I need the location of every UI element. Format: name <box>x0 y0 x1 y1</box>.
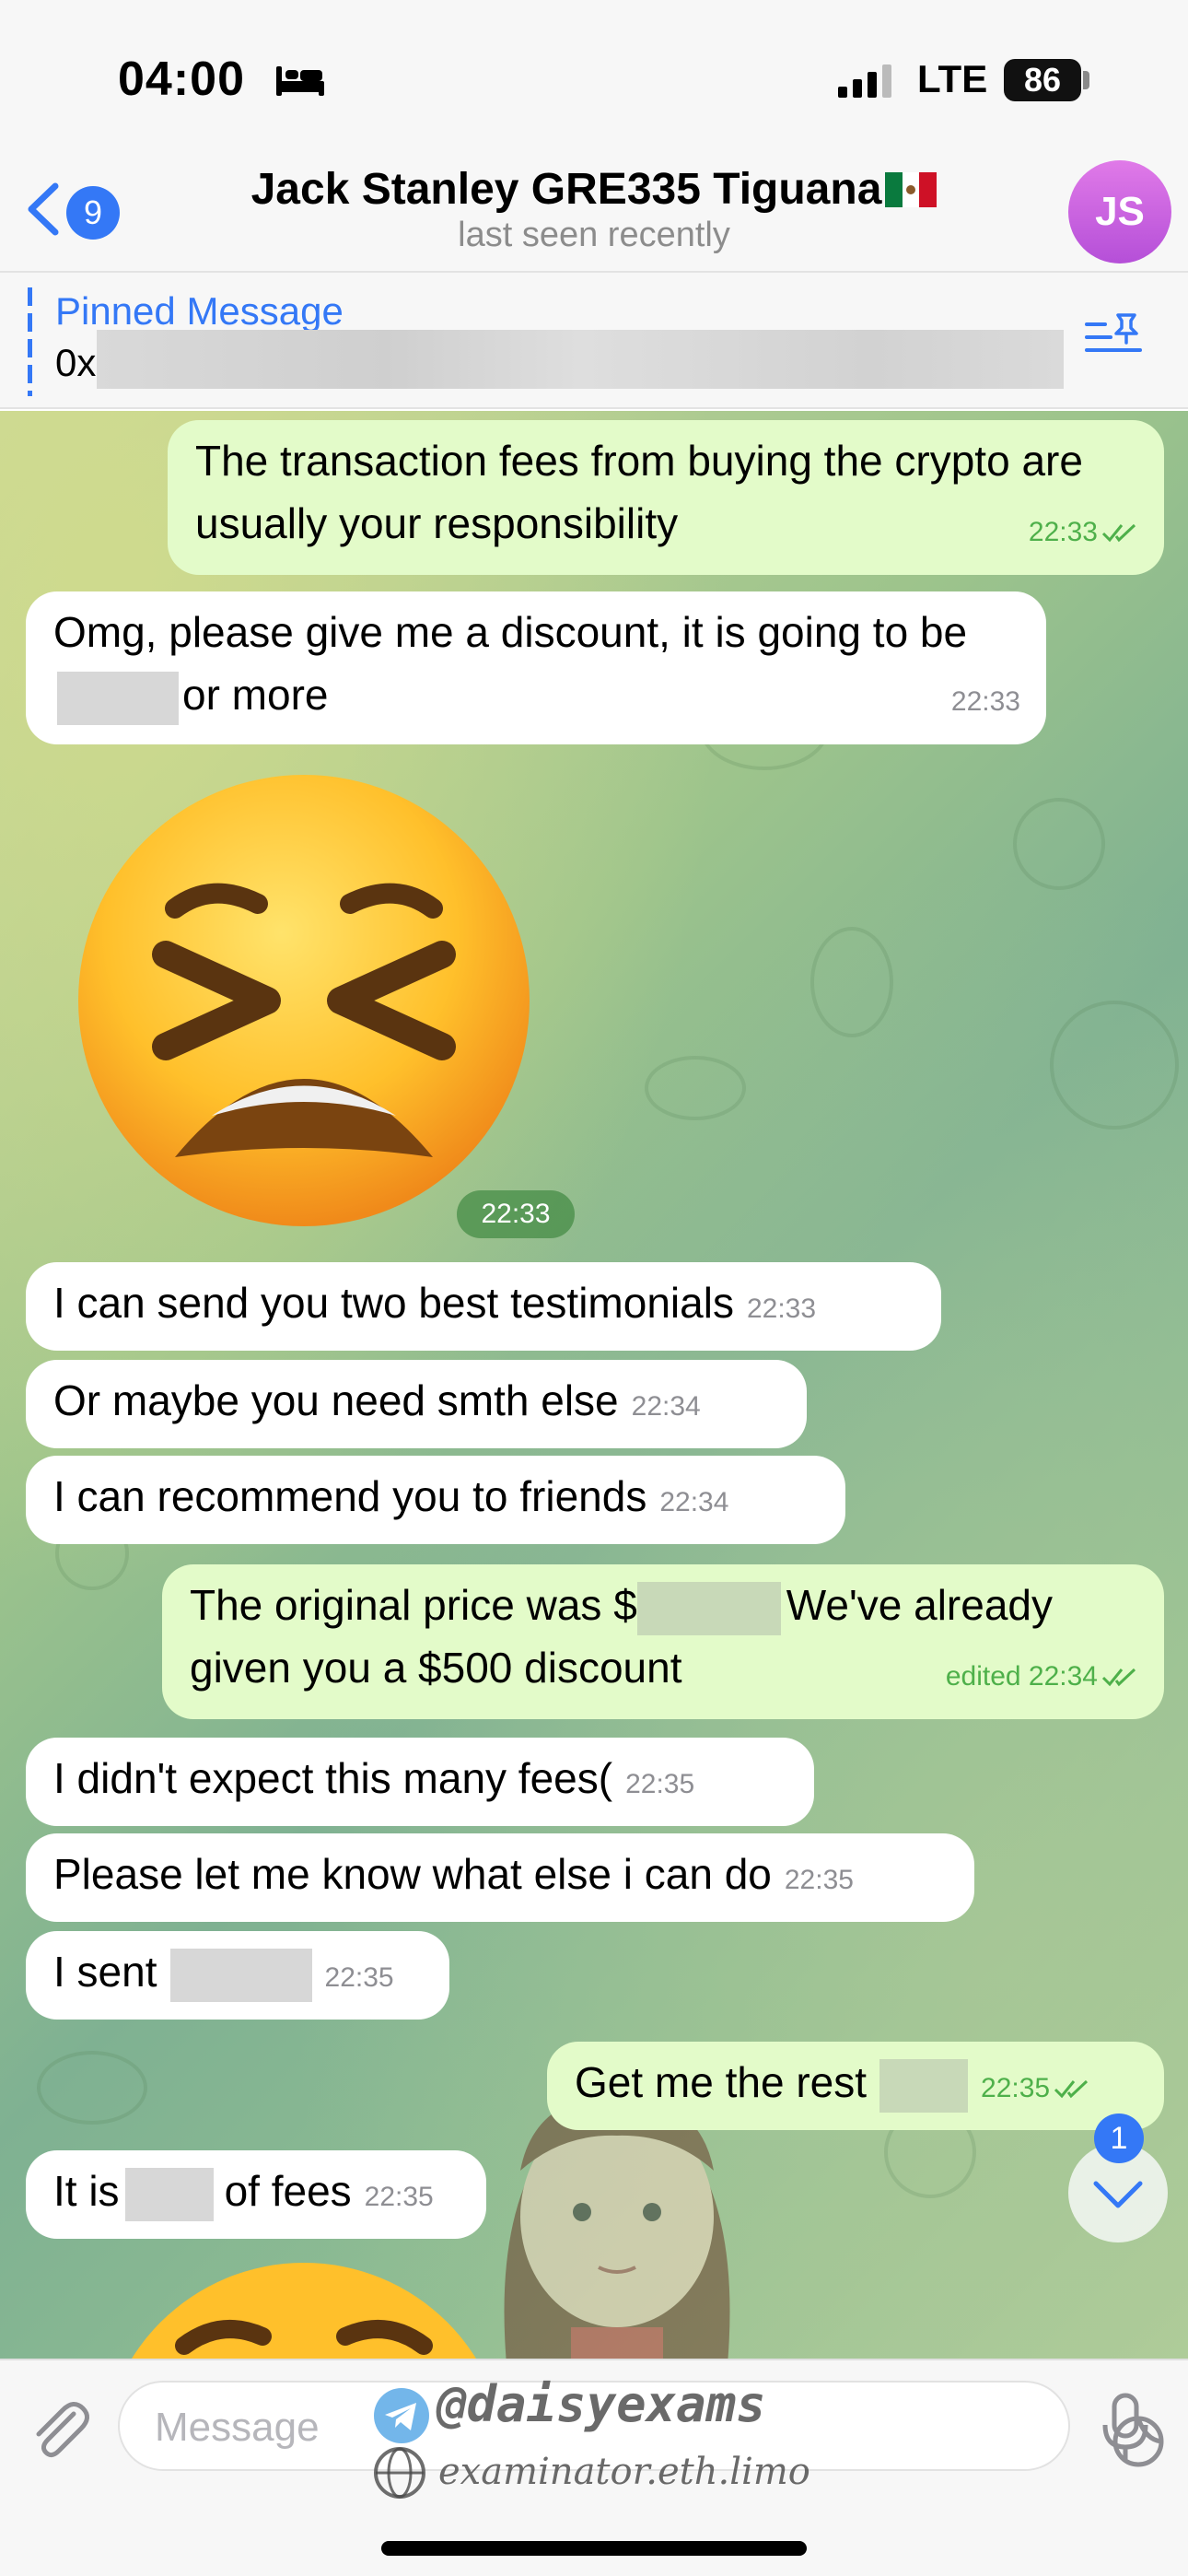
message-text: I can recommend you to friends <box>53 1472 647 1520</box>
pinned-label: Pinned Message <box>55 289 344 333</box>
message-time: 22:35 <box>625 1769 695 1799</box>
message-outgoing[interactable]: The original price was $ We've already gi… <box>162 1564 1164 1719</box>
message-text: of fees <box>224 2167 352 2215</box>
message-text: I didn't expect this many fees( <box>53 1754 613 1802</box>
message-incoming[interactable]: Please let me know what else i can do 22:… <box>26 1833 974 1922</box>
pinned-list-icon[interactable] <box>1085 310 1144 363</box>
chat-title-text: Jack Stanley GRE335 Tiguana <box>250 165 882 214</box>
message-meta: 22:35 <box>981 2073 1090 2103</box>
status-bar: 04:00 LTE 86 <box>0 0 1188 157</box>
redacted-amount <box>169 1948 312 2002</box>
last-seen-status: last seen recently <box>458 216 730 254</box>
edited-label: edited <box>945 1661 1021 1692</box>
message-text: Omg, please give me a discount, it is go… <box>53 608 968 656</box>
message-incoming[interactable]: I can recommend you to friends 22:34 <box>26 1456 845 1544</box>
back-button[interactable]: 9 <box>18 177 120 241</box>
redacted-block <box>97 330 1064 389</box>
message-text: I can send you two best testimonials <box>53 1279 734 1327</box>
microphone-icon[interactable] <box>1098 2392 1153 2465</box>
wallpaper-doodle <box>37 2051 147 2125</box>
message-time: 22:35 <box>784 1865 854 1895</box>
message-text: I sent <box>53 1948 157 1996</box>
redacted-amount <box>124 2167 214 2221</box>
wallpaper-doodle <box>1050 1001 1179 1130</box>
message-incoming[interactable]: Or maybe you need smth else 22:34 <box>26 1360 807 1448</box>
message-time: 22:35 <box>981 2073 1051 2103</box>
redacted-amount <box>879 2058 969 2113</box>
message-incoming[interactable]: I can send you two best testimonials 22:3… <box>26 1262 941 1351</box>
chat-title[interactable]: Jack Stanley GRE335 Tiguana <box>138 164 1050 215</box>
chevron-left-icon <box>28 182 59 236</box>
message-list[interactable]: The transaction fees from buying the cry… <box>0 411 1188 2359</box>
wallpaper-doodle <box>645 1056 746 1120</box>
message-text: or more <box>182 671 329 719</box>
redacted-amount <box>57 671 179 725</box>
avatar[interactable]: JS <box>1068 160 1171 263</box>
message-time: 22:33 <box>746 1294 817 1324</box>
battery-indicator: 86 <box>1004 59 1081 101</box>
watermark-handle: @daisyexams <box>437 2375 766 2433</box>
message-text: Please let me know what else i can do <box>53 1850 772 1898</box>
chevron-down-icon <box>1093 2181 1143 2208</box>
message-text: The transaction fees from buying the cry… <box>195 437 1083 547</box>
pinned-indicator <box>28 287 32 396</box>
message-time: 22:33 <box>950 686 1020 717</box>
chat-header: 9 Jack Stanley GRE335 Tiguana last seen … <box>0 157 1188 271</box>
battery-tip <box>1083 71 1089 89</box>
sleep-focus-icon <box>276 66 324 96</box>
cellular-signal-icon <box>838 64 891 98</box>
double-check-icon <box>1101 1668 1136 1687</box>
message-incoming[interactable]: It is of fees 22:35 <box>26 2150 486 2239</box>
globe-icon <box>374 2447 425 2499</box>
home-indicator[interactable] <box>381 2541 807 2556</box>
double-check-icon <box>1054 2079 1089 2099</box>
wallpaper-doodle <box>1013 798 1105 890</box>
message-text: Get me the rest <box>575 2058 868 2106</box>
message-time: 22:34 <box>1028 1661 1098 1692</box>
message-time: 22:35 <box>324 1962 394 1993</box>
message-time: 22:35 <box>364 2182 434 2212</box>
message-text: Or maybe you need smth else <box>53 1376 619 1424</box>
mexico-flag-icon <box>885 172 938 207</box>
message-outgoing[interactable]: The transaction fees from buying the cry… <box>168 420 1164 575</box>
status-time: 04:00 <box>118 53 245 106</box>
message-time: 22:34 <box>659 1487 729 1517</box>
double-check-icon <box>1101 523 1136 543</box>
paperclip-icon[interactable] <box>26 2394 90 2464</box>
message-meta: 22:33 <box>1029 501 1138 564</box>
new-messages-badge: 1 <box>1094 2113 1144 2163</box>
tired-face-sticker[interactable] <box>101 2244 507 2359</box>
message-meta: edited 22:34 <box>946 1645 1138 1708</box>
redacted-amount <box>636 1581 781 1635</box>
message-time: 22:34 <box>631 1391 701 1422</box>
message-placeholder: Message <box>155 2405 320 2450</box>
message-incoming[interactable]: Omg, please give me a discount, it is go… <box>26 591 1046 744</box>
message-incoming[interactable]: I sent 22:35 <box>26 1931 449 2020</box>
message-incoming[interactable]: I didn't expect this many fees( 22:35 <box>26 1738 814 1826</box>
network-type: LTE <box>917 57 988 100</box>
watermark-url: examinator.eth.limo <box>438 2451 810 2493</box>
message-text: It is <box>53 2167 120 2215</box>
message-text: The original price was $ <box>190 1581 637 1629</box>
sticker-time: 22:33 <box>457 1190 575 1238</box>
wallpaper-doodle <box>810 927 893 1037</box>
message-time: 22:33 <box>1028 517 1098 547</box>
pinned-text: 0x <box>55 341 97 384</box>
message-outgoing[interactable]: Get me the rest 22:35 <box>547 2042 1164 2130</box>
telegram-icon <box>374 2388 429 2443</box>
tired-face-sticker[interactable] <box>74 770 534 1231</box>
unread-count-badge: 9 <box>66 186 120 240</box>
